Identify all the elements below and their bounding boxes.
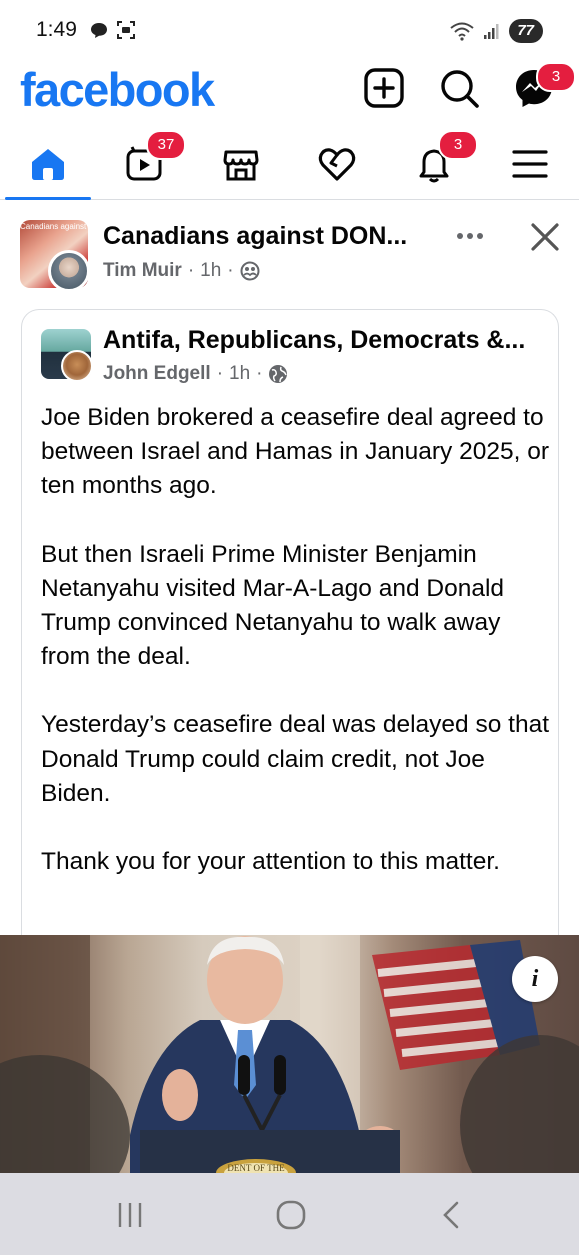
podium-seal-text: DENT OF THE xyxy=(227,1163,285,1173)
more-options-button[interactable] xyxy=(450,224,490,248)
marketplace-icon xyxy=(223,150,259,181)
shared-time[interactable]: 1h xyxy=(229,363,250,385)
messenger-button[interactable]: 3 xyxy=(512,62,576,110)
shared-post-meta: John Edgell · 1h · xyxy=(103,363,288,385)
video-badge: 37 xyxy=(146,130,186,160)
photo-content: DENT OF THE xyxy=(0,935,579,1173)
search-icon xyxy=(441,70,479,108)
notifications-badge: 3 xyxy=(438,130,478,160)
messenger-badge: 3 xyxy=(536,62,576,92)
author-avatar[interactable] xyxy=(48,250,90,292)
close-icon xyxy=(531,223,559,251)
heart-icon xyxy=(318,148,356,181)
shared-author[interactable]: John Edgell xyxy=(103,363,211,385)
tab-home[interactable] xyxy=(18,136,78,192)
chat-bubble-icon xyxy=(91,23,107,38)
tab-marketplace[interactable] xyxy=(211,136,271,192)
tab-bar: 37 3 xyxy=(0,128,579,200)
recent-apps-icon xyxy=(118,1203,142,1227)
post-meta: Tim Muir · 1h · xyxy=(103,260,260,282)
signal-icon xyxy=(484,24,499,39)
ad-info-button[interactable]: i xyxy=(512,956,558,1002)
status-bar: 1:49 77 xyxy=(0,0,579,60)
tab-menu[interactable] xyxy=(500,136,560,192)
tab-video[interactable]: 37 xyxy=(114,130,186,192)
post-paragraph: Yesterday’s ceasefire deal was delayed s… xyxy=(41,711,550,807)
home-icon xyxy=(32,149,64,180)
post-author[interactable]: Tim Muir xyxy=(103,260,182,282)
globe-icon xyxy=(269,365,288,383)
group-name[interactable]: Canadians against DON... xyxy=(103,222,423,251)
create-post-button[interactable] xyxy=(362,66,406,110)
home-nav-button[interactable] xyxy=(271,1195,311,1235)
post-paragraph: But then Israeli Prime Minister Benjamin… xyxy=(41,540,505,671)
system-nav-bar xyxy=(0,1173,579,1255)
facebook-logo[interactable]: facebook xyxy=(20,62,215,117)
back-chevron-icon xyxy=(443,1201,459,1229)
search-button[interactable] xyxy=(437,66,481,110)
group-avatar-text: Canadians against DONALD xyxy=(20,222,88,231)
home-circle-icon xyxy=(276,1200,306,1230)
post-paragraph: Thank you for your attention to this mat… xyxy=(41,848,500,876)
app-header: facebook 3 xyxy=(0,60,579,120)
post-time[interactable]: 1h xyxy=(200,260,221,282)
hamburger-icon xyxy=(512,150,548,178)
back-button[interactable] xyxy=(432,1195,472,1235)
battery-indicator: 77 xyxy=(509,19,543,43)
shared-post-card[interactable]: Antifa, Republicans, Democrats &... John… xyxy=(21,309,559,1009)
post-photo[interactable]: DENT OF THE i xyxy=(0,935,579,1173)
tab-dating[interactable] xyxy=(307,136,367,192)
shared-author-avatar[interactable] xyxy=(61,350,93,382)
recent-apps-button[interactable] xyxy=(110,1195,150,1235)
post-body-text: Joe Biden brokered a ceasefire deal agre… xyxy=(41,401,551,913)
post-header: Canadians against DONALD Canadians again… xyxy=(0,216,579,296)
wifi-icon xyxy=(450,22,474,41)
hide-post-button[interactable] xyxy=(524,216,566,258)
plus-square-icon xyxy=(364,68,404,108)
shared-group-name[interactable]: Antifa, Republicans, Democrats &... xyxy=(103,326,543,355)
status-time: 1:49 xyxy=(36,18,77,41)
post-paragraph: Joe Biden brokered a ceasefire deal agre… xyxy=(41,404,549,500)
active-tab-indicator xyxy=(5,197,91,200)
tab-notifications[interactable]: 3 xyxy=(404,130,478,192)
screenshot-icon xyxy=(117,21,135,39)
members-icon xyxy=(240,261,260,281)
